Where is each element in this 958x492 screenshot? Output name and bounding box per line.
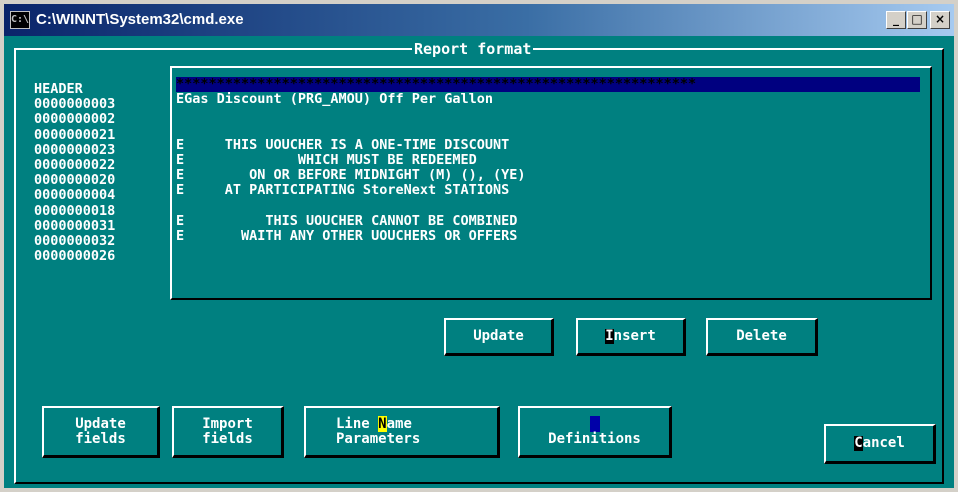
code-item[interactable]: 0000000032 (34, 233, 115, 249)
code-item[interactable]: 0000000002 (34, 112, 115, 127)
line-name-hotkey: N (378, 415, 387, 432)
code-item[interactable]: 0000000018 (34, 203, 115, 219)
insert-button[interactable]: Insert (576, 318, 686, 356)
cancel-hotkey: C (854, 435, 863, 451)
code-item[interactable]: 0000000023 (34, 142, 115, 158)
list-item-selected[interactable]: ****************************************… (176, 76, 920, 93)
code-item[interactable]: 0000000021 (34, 127, 115, 143)
maximize-button[interactable]: □ (907, 11, 927, 29)
list-item[interactable]: E ON OR BEFORE MIDNIGHT (M) (), (YE) (176, 168, 932, 183)
code-item[interactable]: 0000000026 (34, 248, 115, 264)
code-item[interactable]: 0000000020 (34, 173, 115, 188)
list-item[interactable]: E THIS UOUCHER IS A ONE-TIME DISCOUNT (176, 137, 932, 153)
code-item[interactable]: 0000000022 (34, 157, 115, 173)
code-item[interactable]: HEADER (34, 81, 115, 97)
parameters-label: Parameters (336, 430, 421, 447)
cancel-button[interactable]: Cancel (824, 424, 936, 464)
line-name-parameters-button[interactable]: Line Name Parameters (304, 406, 500, 458)
cmd-icon: C:\ (10, 11, 30, 29)
update-fields-label-1: Update (75, 415, 126, 432)
report-lines: ****************************************… (176, 76, 932, 259)
code-item[interactable]: 0000000031 (34, 218, 115, 234)
delete-label: Delete (736, 328, 787, 344)
line-name-label: Line Name (336, 415, 412, 432)
list-item[interactable]: EGas Discount (PRG_AMOU) Off Per Gallon (176, 92, 932, 107)
list-item[interactable] (176, 244, 932, 259)
dialog-title: Report format (412, 40, 534, 58)
console-area: Report format HEADER 0000000003 00000000… (4, 36, 954, 488)
code-item[interactable]: 0000000004 (34, 188, 115, 203)
window-title: C:\WINNT\System32\cmd.exe (36, 11, 244, 28)
close-button[interactable]: × (930, 11, 950, 29)
list-item[interactable]: E WAITH ANY OTHER UOUCHERS OR OFFERS (176, 228, 932, 244)
text-cursor-block (589, 416, 600, 432)
definitions-button[interactable]: Definitions (518, 406, 672, 458)
insert-label: nsert (613, 328, 656, 344)
update-fields-button[interactable]: Update fields (42, 406, 160, 458)
code-item[interactable]: 0000000003 (34, 97, 115, 112)
import-fields-button[interactable]: Import fields (172, 406, 284, 458)
list-item[interactable]: E WHICH MUST BE REDEEMED (176, 152, 932, 168)
list-item[interactable] (176, 123, 932, 138)
console-window: C:\ C:\WINNT\System32\cmd.exe _ □ × Repo… (0, 0, 958, 492)
definitions-label: Definitions (548, 431, 641, 447)
update-fields-label-2: fields (75, 430, 126, 447)
list-item[interactable] (176, 107, 932, 122)
update-button[interactable]: Update (444, 318, 554, 356)
insert-hotkey: I (605, 328, 614, 344)
delete-button[interactable]: Delete (706, 318, 818, 356)
title-bar[interactable]: C:\ C:\WINNT\System32\cmd.exe _ □ × (4, 4, 954, 36)
list-item[interactable]: E THIS UOUCHER CANNOT BE COMBINED (176, 213, 932, 229)
cancel-label: ancel (862, 435, 905, 451)
update-label: Update (473, 328, 524, 344)
list-item[interactable]: E AT PARTICIPATING StoreNext STATIONS (176, 183, 932, 198)
list-item[interactable] (176, 199, 932, 214)
minimize-button[interactable]: _ (886, 11, 906, 29)
code-list: HEADER 0000000003 0000000002 0000000021 … (34, 81, 115, 264)
import-fields-label-2: fields (202, 430, 253, 447)
import-fields-label-1: Import (202, 415, 253, 432)
